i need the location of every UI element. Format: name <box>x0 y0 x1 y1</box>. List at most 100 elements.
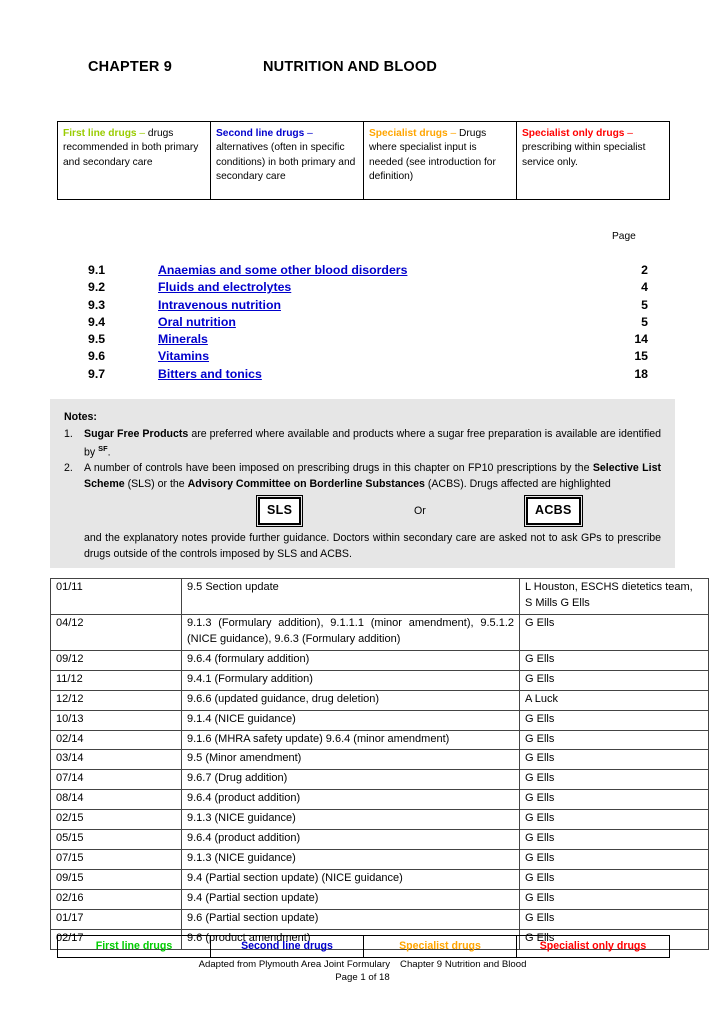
toc-number: 9.5 <box>88 332 106 347</box>
toc-row: 9.2 Fluids and electrolytes 4 <box>88 279 648 296</box>
revision-author: G Ells <box>519 709 709 731</box>
revision-author: G Ells <box>519 613 709 651</box>
revision-date: 05/15 <box>50 829 182 851</box>
notes-tail-text: and the explanatory notes provide furthe… <box>84 531 661 560</box>
footer-chapter: Chapter 9 Nutrition and Blood <box>400 959 527 970</box>
revision-date: 04/12 <box>50 613 182 651</box>
acbs-tag-badge: ACBS <box>524 495 583 527</box>
document-page: CHAPTER 9 NUTRITION AND BLOOD First line … <box>0 0 725 1024</box>
chapter-title: NUTRITION AND BLOOD <box>263 59 438 75</box>
note-bold-acbs: Advisory Committee on Borderline Substan… <box>187 478 425 491</box>
legend-term: Specialist drugs <box>369 128 448 139</box>
revision-description: 9.6 (Partial section update) <box>181 908 520 930</box>
table-row: 07/15 9.1.3 (NICE guidance) G Ells <box>50 849 709 871</box>
note-bold-term: Sugar Free Products <box>84 427 189 440</box>
highlight-tag-row: SLS Or ACBS <box>64 495 661 527</box>
table-row: 04/12 9.1.3 (Formulary addition), 9.1.1.… <box>50 613 709 651</box>
legend-cell-specialist-only: Specialist only drugs – prescribing with… <box>516 121 670 200</box>
page-footer: Adapted from Plymouth Area Joint Formula… <box>0 959 725 985</box>
table-row: 11/12 9.4.1 (Formulary addition) G Ells <box>50 669 709 691</box>
legend-dash: – <box>447 128 460 139</box>
notes-block: Notes: 1. Sugar Free Products are prefer… <box>50 399 675 568</box>
revision-description: 9.4 (Partial section update) (NICE guida… <box>181 869 520 890</box>
revision-date: 02/15 <box>50 809 182 831</box>
legend-term: Specialist only drugs <box>522 128 625 139</box>
legend-table-top: First line drugs – drugs recommended in … <box>57 121 670 200</box>
legend-cell-second-line: Second line drugs – alternatives (often … <box>210 121 364 200</box>
sls-tag-badge: SLS <box>255 495 304 527</box>
toc-page-number: 15 <box>634 349 648 364</box>
table-row: 09/15 9.4 (Partial section update) (NICE… <box>50 869 709 890</box>
toc-page-number: 4 <box>641 280 648 295</box>
note-text: Sugar Free Products are preferred where … <box>84 427 661 461</box>
toc-link[interactable]: Fluids and electrolytes <box>158 279 588 296</box>
revision-author: G Ells <box>519 908 709 930</box>
legend-row: First line drugs – drugs recommended in … <box>57 121 670 200</box>
table-row: 01/17 9.6 (Partial section update) G Ell… <box>50 908 709 930</box>
sugar-free-superscript: SF <box>98 443 108 453</box>
table-row: 10/13 9.1.4 (NICE guidance) G Ells <box>50 709 709 731</box>
legend-footer-specialist-only: Specialist only drugs <box>516 935 670 958</box>
toc-row: 9.4 Oral nutrition 5 <box>88 314 648 331</box>
revision-author: G Ells <box>519 729 709 751</box>
legend-bar-footer: First line drugs Second line drugs Speci… <box>57 935 670 958</box>
legend-cell-first-line: First line drugs – drugs recommended in … <box>57 121 211 200</box>
toc-page-number: 5 <box>641 297 648 312</box>
legend-term: First line drugs <box>63 128 137 139</box>
toc-page-number: 18 <box>634 366 648 381</box>
note-text-b: . <box>107 446 111 459</box>
revision-author: A Luck <box>519 689 709 711</box>
revision-author: L Houston, ESCHS dietetics team, S Mills… <box>519 578 709 615</box>
legend-description: prescribing within specialist service on… <box>522 142 646 168</box>
revision-date: 08/14 <box>50 789 182 811</box>
toc-page-number: 5 <box>641 314 648 329</box>
revision-description: 9.6.6 (updated guidance, drug deletion) <box>181 689 520 711</box>
toc-link[interactable]: Oral nutrition <box>158 314 588 331</box>
table-row: 02/14 9.1.6 (MHRA safety update) 9.6.4 (… <box>50 729 709 751</box>
toc-link[interactable]: Anaemias and some other blood disorders <box>158 262 588 279</box>
revision-date: 09/12 <box>50 649 182 671</box>
revision-date: 03/14 <box>50 749 182 771</box>
revision-date: 12/12 <box>50 689 182 711</box>
table-row: 08/14 9.6.4 (product addition) G Ells <box>50 789 709 811</box>
note-marker: 2. <box>64 462 73 475</box>
revision-description: 9.6.4 (formulary addition) <box>181 649 520 671</box>
revision-date: 10/13 <box>50 709 182 731</box>
legend-footer-second-line: Second line drugs <box>210 935 364 958</box>
revision-author: G Ells <box>519 869 709 890</box>
footer-source: Adapted from Plymouth Area Joint Formula… <box>198 959 391 970</box>
note-item-1: 1. Sugar Free Products are preferred whe… <box>64 427 661 461</box>
toc-row: 9.7 Bitters and tonics 18 <box>88 366 648 383</box>
legend-dash: – <box>136 128 148 139</box>
revision-description: 9.1.6 (MHRA safety update) 9.6.4 (minor … <box>181 729 520 751</box>
revision-date: 07/14 <box>50 769 182 791</box>
toc-link[interactable]: Minerals <box>158 331 588 348</box>
tag-or-label: Or <box>414 504 426 517</box>
toc-link[interactable]: Intravenous nutrition <box>158 297 588 314</box>
toc-link[interactable]: Bitters and tonics <box>158 366 588 383</box>
note-item-2: 2. A number of controls have been impose… <box>64 461 661 493</box>
revision-date: 02/16 <box>50 889 182 910</box>
legend-cell-specialist: Specialist drugs – Drugs where specialis… <box>363 121 517 200</box>
revision-description: 9.4 (Partial section update) <box>181 889 520 910</box>
legend-description: alternatives (often in specific conditio… <box>216 142 356 183</box>
toc-number: 9.4 <box>88 314 106 329</box>
table-row: 07/14 9.6.7 (Drug addition) G Ells <box>50 769 709 791</box>
revision-description: 9.1.4 (NICE guidance) <box>181 709 520 731</box>
legend-dash: – <box>304 128 313 139</box>
revision-description: 9.5 Section update <box>181 578 520 615</box>
revision-author: G Ells <box>519 889 709 910</box>
toc-page-column-header: Page <box>612 231 636 242</box>
revision-author: G Ells <box>519 829 709 851</box>
toc-page-number: 14 <box>634 332 648 347</box>
revision-description: 9.5 (Minor amendment) <box>181 749 520 771</box>
note-text-b: (SLS) or the <box>124 478 188 491</box>
revision-date: 01/17 <box>50 908 182 930</box>
legend-footer-specialist: Specialist drugs <box>363 935 517 958</box>
revision-description: 9.1.3 (NICE guidance) <box>181 849 520 871</box>
revision-description: 9.4.1 (Formulary addition) <box>181 669 520 691</box>
toc-row: 9.1 Anaemias and some other blood disord… <box>88 262 648 279</box>
toc-link[interactable]: Vitamins <box>158 348 588 365</box>
table-row: 09/12 9.6.4 (formulary addition) G Ells <box>50 649 709 671</box>
revision-description: 9.1.3 (NICE guidance) <box>181 809 520 831</box>
